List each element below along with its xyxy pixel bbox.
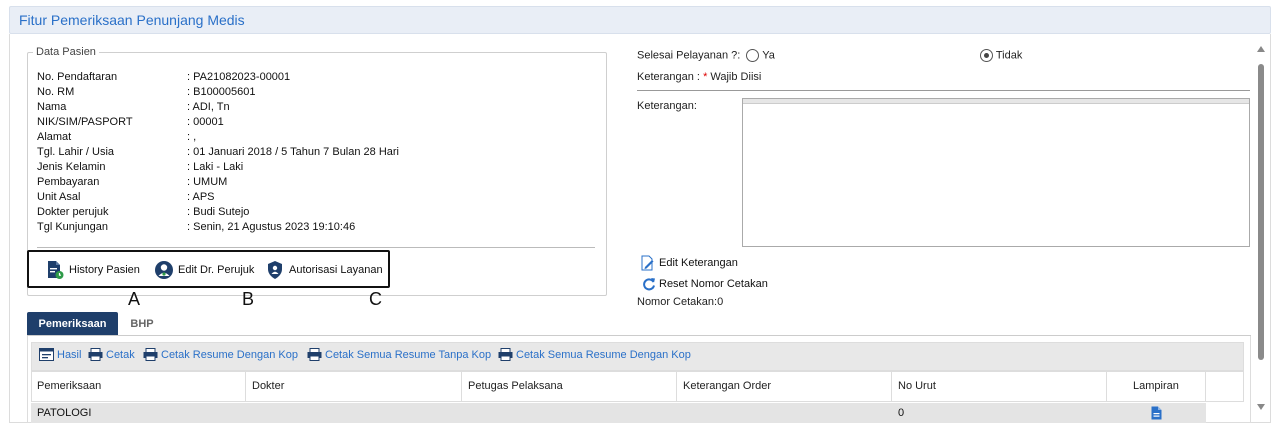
column-header-lampiran[interactable]: Lampiran — [1133, 380, 1179, 392]
divider — [637, 90, 1250, 91]
field-label: Jenis Kelamin — [37, 161, 106, 173]
column-header-keterangan-order[interactable]: Keterangan Order — [683, 380, 771, 392]
field-value: : APS — [187, 191, 215, 203]
autorisasi-layanan-button[interactable]: Autorisasi Layanan — [265, 260, 383, 280]
cetak-semua-tanpa-kop-button[interactable]: Cetak Semua Resume Tanpa Kop — [307, 348, 491, 361]
field-label: Pembayaran — [37, 176, 100, 188]
printer-icon — [143, 348, 158, 361]
field-value: : 00001 — [187, 116, 224, 128]
scroll-down-icon[interactable] — [1257, 404, 1265, 410]
scroll-thumb[interactable] — [1258, 64, 1264, 360]
printer-icon — [88, 348, 103, 361]
cetak-semua-kop-button[interactable]: Cetak Semua Resume Dengan Kop — [498, 348, 691, 361]
field-value: : Laki - Laki — [187, 161, 244, 173]
history-pasien-label: History Pasien — [69, 264, 140, 276]
cetak-label: Cetak — [106, 348, 135, 361]
attachment-file-icon[interactable] — [1151, 406, 1162, 420]
edit-keterangan-label: Edit Keterangan — [659, 257, 738, 269]
edit-document-icon — [641, 255, 654, 271]
column-header-petugas[interactable]: Petugas Pelaksana — [468, 380, 563, 392]
vertical-scrollbar[interactable] — [1256, 42, 1266, 423]
document-history-icon — [48, 261, 64, 279]
field-label: Nama — [37, 101, 67, 113]
field-value: : 01 Januari 2018 / 5 Tahun 7 Bulan 28 H… — [187, 146, 400, 158]
reset-nomor-button[interactable]: Reset Nomor Cetakan — [642, 277, 768, 291]
cetak-semua-kop-label: Cetak Semua Resume Dengan Kop — [516, 348, 691, 361]
divider — [37, 247, 595, 248]
marker-c: C — [369, 289, 382, 309]
field-label: Unit Asal — [37, 191, 81, 203]
field-value: : UMUM — [187, 176, 228, 188]
grid-header — [31, 371, 1244, 402]
edit-keterangan-button[interactable]: Edit Keterangan — [640, 255, 738, 271]
radio-tidak-label: Tidak — [995, 49, 1023, 62]
selesai-pelayanan: Selesai Pelayanan ?: Ya — [637, 49, 775, 62]
keterangan-note-prefix: Keterangan : — [637, 71, 704, 83]
field-label: No. RM — [37, 86, 75, 98]
marker-a: A — [128, 289, 141, 309]
radio-tidak[interactable] — [980, 49, 993, 62]
tab-pemeriksaan[interactable]: Pemeriksaan — [27, 312, 118, 336]
keterangan-label: Keterangan: — [637, 100, 697, 112]
radio-ya-label: Ya — [762, 49, 775, 62]
edit-dr-perujuk-button[interactable]: Edit Dr. Perujuk — [154, 260, 254, 280]
selesai-tidak: Tidak — [980, 49, 1022, 62]
cetak-resume-kop-button[interactable]: Cetak Resume Dengan Kop — [143, 348, 298, 361]
list-icon — [39, 348, 54, 361]
column-header-pemeriksaan[interactable]: Pemeriksaan — [37, 380, 101, 392]
column-header-no-urut[interactable]: No Urut — [898, 380, 936, 392]
printer-icon — [307, 348, 322, 361]
autorisasi-layanan-label: Autorisasi Layanan — [289, 264, 383, 276]
keterangan-note-suffix: Wajib Diisi — [707, 71, 762, 83]
field-value: : Senin, 21 Agustus 2023 19:10:46 — [187, 221, 356, 233]
page-header: Fitur Pemeriksaan Penunjang Medis — [9, 6, 1271, 34]
column-divider — [1205, 372, 1206, 402]
table-row[interactable] — [31, 403, 1206, 423]
radio-ya[interactable] — [746, 49, 760, 62]
field-value: : B100005601 — [187, 86, 256, 98]
hasil-label: Hasil — [57, 348, 82, 361]
column-divider — [245, 372, 246, 402]
field-label: Tgl. Lahir / Usia — [37, 146, 115, 158]
cetak-button[interactable]: Cetak — [88, 348, 135, 361]
scroll-up-icon[interactable] — [1257, 46, 1265, 52]
column-divider — [676, 372, 677, 402]
field-value: : Budi Sutejo — [187, 206, 250, 218]
field-label: Alamat — [37, 131, 72, 143]
column-divider — [891, 372, 892, 402]
column-divider — [1106, 372, 1107, 402]
nomor-cetakan: Nomor Cetakan:0 — [637, 296, 724, 308]
printer-icon — [498, 348, 513, 361]
field-value: : ADI, Tn — [187, 101, 230, 113]
reset-nomor-label: Reset Nomor Cetakan — [659, 278, 768, 290]
column-header-dokter[interactable]: Dokter — [252, 380, 284, 392]
history-pasien-button[interactable]: History Pasien — [45, 260, 140, 280]
cell-pemeriksaan: PATOLOGI — [37, 407, 92, 419]
keterangan-note: Keterangan : * Wajib Diisi — [637, 71, 761, 83]
field-label: Tgl Kunjungan — [37, 221, 108, 233]
refresh-icon — [643, 278, 655, 291]
field-value: : PA21082023-00001 — [187, 71, 291, 83]
keterangan-textarea[interactable] — [742, 98, 1250, 247]
field-label: Dokter perujuk — [37, 206, 109, 218]
shield-icon — [268, 261, 282, 279]
page-title: Fitur Pemeriksaan Penunjang Medis — [19, 12, 245, 28]
field-value: : , — [187, 131, 197, 143]
doctor-icon — [155, 261, 173, 279]
tab-bhp[interactable]: BHP — [120, 312, 164, 336]
field-label: NIK/SIM/PASPORT — [37, 116, 133, 128]
field-label: No. Pendaftaran — [37, 71, 118, 83]
cell-no-urut: 0 — [898, 407, 905, 419]
column-divider — [461, 372, 462, 402]
cetak-resume-kop-label: Cetak Resume Dengan Kop — [161, 348, 298, 361]
marker-b: B — [242, 289, 255, 309]
edit-dr-perujuk-label: Edit Dr. Perujuk — [178, 264, 255, 276]
patient-data-legend: Data Pasien — [36, 46, 96, 58]
textarea-toolbar — [743, 99, 1249, 104]
cetak-semua-tanpa-kop-label: Cetak Semua Resume Tanpa Kop — [325, 348, 492, 361]
selesai-label: Selesai Pelayanan ?: — [637, 49, 741, 62]
hasil-button[interactable]: Hasil — [39, 348, 81, 361]
